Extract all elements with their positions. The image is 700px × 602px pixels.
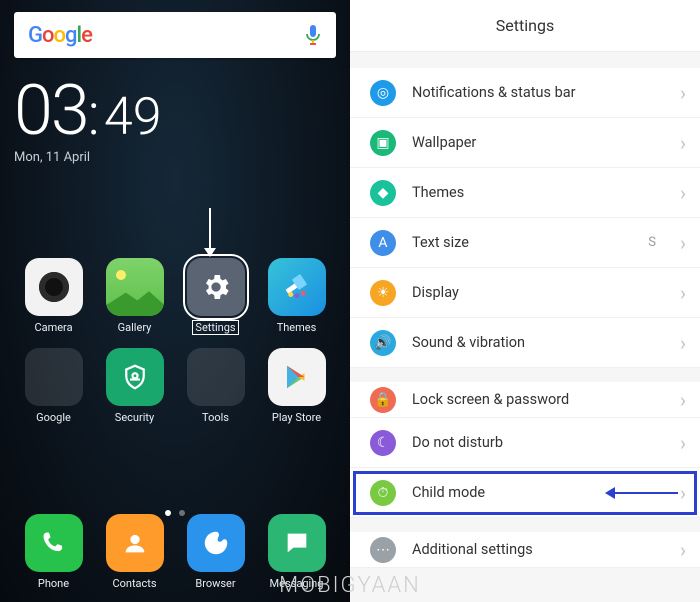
row-label: Lock screen & password [412,391,664,408]
app-label: Google [36,411,71,424]
folder-icon [25,348,83,406]
themes-icon [268,258,326,316]
app-gallery[interactable]: Gallery [99,258,170,334]
row-lock[interactable]: 🔒 Lock screen & password › [350,368,700,418]
app-label: Themes [277,321,317,334]
image-icon: ▣ [370,130,396,156]
folder-icon [187,348,245,406]
row-additional-settings[interactable]: ⋯ Additional settings › [350,518,700,568]
row-label: Additional settings [412,541,664,558]
row-dnd[interactable]: ☾ Do not disturb › [350,418,700,468]
google-logo: Google [28,23,92,48]
browser-icon [187,514,245,572]
dots-icon: ⋯ [370,537,396,563]
row-label: Sound & vibration [412,334,664,351]
clock-widget[interactable]: 03 : 49 [14,76,336,146]
row-sound[interactable]: 🔊 Sound & vibration › [350,318,700,368]
sound-icon: 🔊 [370,330,396,356]
home-screen: Google 03 : 49 Mon, 11 April Camera Gall… [0,0,350,602]
chevron-right-icon: › [680,281,686,305]
chevron-right-icon: › [680,538,686,562]
dock: Phone Contacts Browser Messaging [0,514,350,590]
security-icon [106,348,164,406]
row-label: Themes [412,184,664,201]
lock-icon: 🔒 [370,387,396,413]
app-label: Settings [193,321,237,334]
app-playstore[interactable]: Play Store [261,348,332,424]
text-size-value: S [648,235,656,250]
settings-title: Settings [496,16,554,35]
row-themes[interactable]: ◆ Themes › [350,168,700,218]
app-label: Phone [38,577,69,590]
app-label: Security [115,411,154,424]
app-folder-google[interactable]: Google [18,348,89,424]
settings-header: Settings [350,0,700,52]
row-label: Do not disturb [412,434,664,451]
chevron-right-icon: › [680,481,686,505]
app-label: Play Store [272,411,321,424]
app-label: Browser [195,577,235,590]
annotation-arrow-left [614,492,678,494]
settings-icon [187,258,245,316]
app-label: Tools [202,411,229,424]
row-child-mode[interactable]: ⏱ Child mode › [350,468,700,518]
app-settings[interactable]: Settings [180,258,251,334]
app-label: Messaging [270,577,324,590]
row-label: Notifications & status bar [412,84,664,101]
row-label: Wallpaper [412,134,664,151]
text-size-icon: A [370,230,396,256]
chevron-right-icon: › [680,181,686,205]
app-camera[interactable]: Camera [18,258,89,334]
dock-phone[interactable]: Phone [18,514,89,590]
playstore-icon [268,348,326,406]
dock-contacts[interactable]: Contacts [99,514,170,590]
clock-colon: : [88,86,100,144]
moon-icon: ☾ [370,430,396,456]
app-grid: Camera Gallery Settings Themes [0,258,350,424]
app-label: Camera [34,321,72,334]
date-line: Mon, 11 April [14,150,336,165]
chevron-right-icon: › [680,231,686,255]
phone-icon [25,514,83,572]
clock-hour: 03 [14,76,88,146]
dock-messaging[interactable]: Messaging [261,514,332,590]
app-label: Gallery [118,321,152,334]
display-icon: ☀ [370,280,396,306]
row-display[interactable]: ☀ Display › [350,268,700,318]
clock-min: 49 [104,91,162,143]
messaging-icon [268,514,326,572]
chevron-right-icon: › [680,331,686,355]
mic-icon[interactable] [304,23,322,47]
row-label: Display [412,284,664,301]
app-folder-tools[interactable]: Tools [180,348,251,424]
row-text-size[interactable]: A Text size S › [350,218,700,268]
chevron-right-icon: › [680,81,686,105]
row-label: Text size [412,234,632,251]
dock-browser[interactable]: Browser [180,514,251,590]
gallery-icon [106,258,164,316]
row-notifications[interactable]: ◎ Notifications & status bar › [350,68,700,118]
palette-icon: ◆ [370,180,396,206]
camera-icon [25,258,83,316]
bell-icon: ◎ [370,80,396,106]
row-wallpaper[interactable]: ▣ Wallpaper › [350,118,700,168]
chevron-right-icon: › [680,131,686,155]
settings-screen: Settings ◎ Notifications & status bar › … [350,0,700,602]
clock-icon: ⏱ [370,480,396,506]
settings-list: ◎ Notifications & status bar › ▣ Wallpap… [350,68,700,568]
chevron-right-icon: › [680,388,686,412]
app-themes[interactable]: Themes [261,258,332,334]
app-label: Contacts [112,577,156,590]
contacts-icon [106,514,164,572]
chevron-right-icon: › [680,431,686,455]
annotation-arrow-down [204,208,216,257]
app-security[interactable]: Security [99,348,170,424]
google-search-bar[interactable]: Google [14,12,336,58]
